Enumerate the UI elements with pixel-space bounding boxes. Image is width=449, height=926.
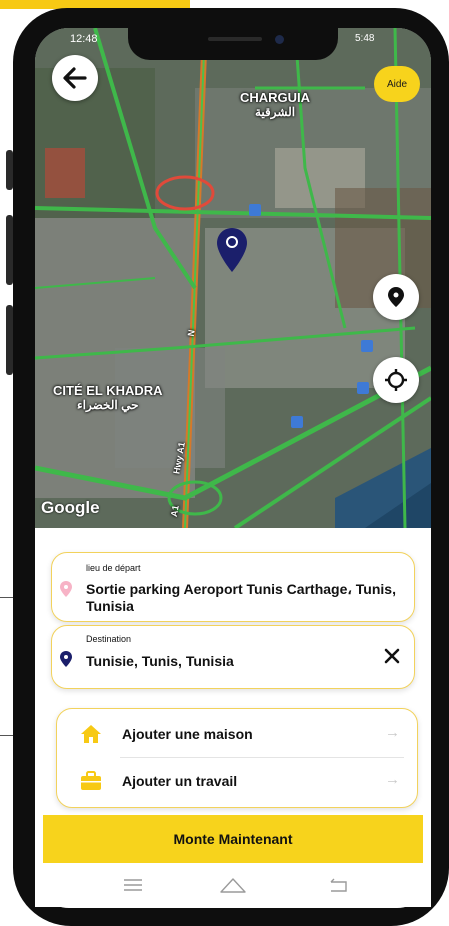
- clear-destination-button[interactable]: [382, 646, 402, 666]
- home-icon: [81, 725, 101, 743]
- departure-field[interactable]: lieu de départ Sortie parking Aeroport T…: [51, 552, 415, 622]
- menu-icon[interactable]: [123, 878, 143, 892]
- close-icon: [384, 648, 400, 664]
- phone-speaker: [208, 37, 262, 41]
- divider: [120, 757, 404, 758]
- destination-label: Destination: [86, 634, 132, 644]
- phone-camera: [275, 35, 284, 44]
- phone-side-button: [6, 215, 13, 285]
- destination-value: Tunisie, Tunis, Tunisia: [86, 653, 234, 669]
- arrow-right-icon: →: [385, 724, 400, 741]
- arrow-right-icon: →: [385, 771, 400, 788]
- destination-field[interactable]: Destination Tunisie, Tunis, Tunisia: [51, 625, 415, 689]
- phone-side-button: [6, 150, 13, 190]
- phone-notch: [128, 28, 338, 60]
- map-label-cite-el-khadra: CITÉ EL KHADRA: [53, 383, 163, 398]
- system-nav-bar: [35, 863, 431, 907]
- road-label-a1: A1: [168, 504, 181, 518]
- list-item-label: Ajouter un travail: [122, 773, 238, 789]
- back-nav-icon[interactable]: [327, 877, 349, 893]
- list-item-label: Ajouter une maison: [122, 726, 253, 742]
- map-location-marker: [217, 228, 247, 272]
- crosshair-icon: [385, 369, 407, 391]
- pin-icon: [60, 651, 72, 667]
- location-pin-icon: [388, 287, 404, 307]
- briefcase-icon: [81, 771, 101, 790]
- pin-icon: [60, 581, 72, 597]
- map-label-cite-el-khadra-ar: حي الخضراء: [77, 398, 139, 412]
- arrow-left-icon: [63, 67, 87, 89]
- google-attribution: Google: [41, 498, 100, 517]
- ride-now-button[interactable]: Monte Maintenant: [43, 815, 423, 863]
- help-button[interactable]: Aide: [374, 66, 420, 102]
- map-view[interactable]: CHARGUIA الشرقية CITÉ EL KHADRA حي الخضر…: [35, 28, 431, 528]
- departure-value: Sortie parking Aeroport Tunis Carthage، …: [86, 581, 396, 614]
- status-right: 5:48: [355, 33, 375, 44]
- list-item-home[interactable]: Ajouter une maison →: [60, 712, 416, 756]
- list-item-work[interactable]: Ajouter un travail →: [60, 759, 416, 803]
- map-label-charguia: CHARGUIA: [240, 90, 311, 105]
- home-nav-icon[interactable]: [220, 877, 246, 893]
- back-button[interactable]: [52, 55, 98, 101]
- status-time: 12:48: [70, 33, 98, 45]
- departure-label: lieu de départ: [86, 563, 141, 573]
- phone-side-button: [6, 305, 13, 375]
- pin-location-button[interactable]: [373, 274, 419, 320]
- map-label-charguia-ar: الشرقية: [254, 105, 296, 119]
- my-location-button[interactable]: [373, 357, 419, 403]
